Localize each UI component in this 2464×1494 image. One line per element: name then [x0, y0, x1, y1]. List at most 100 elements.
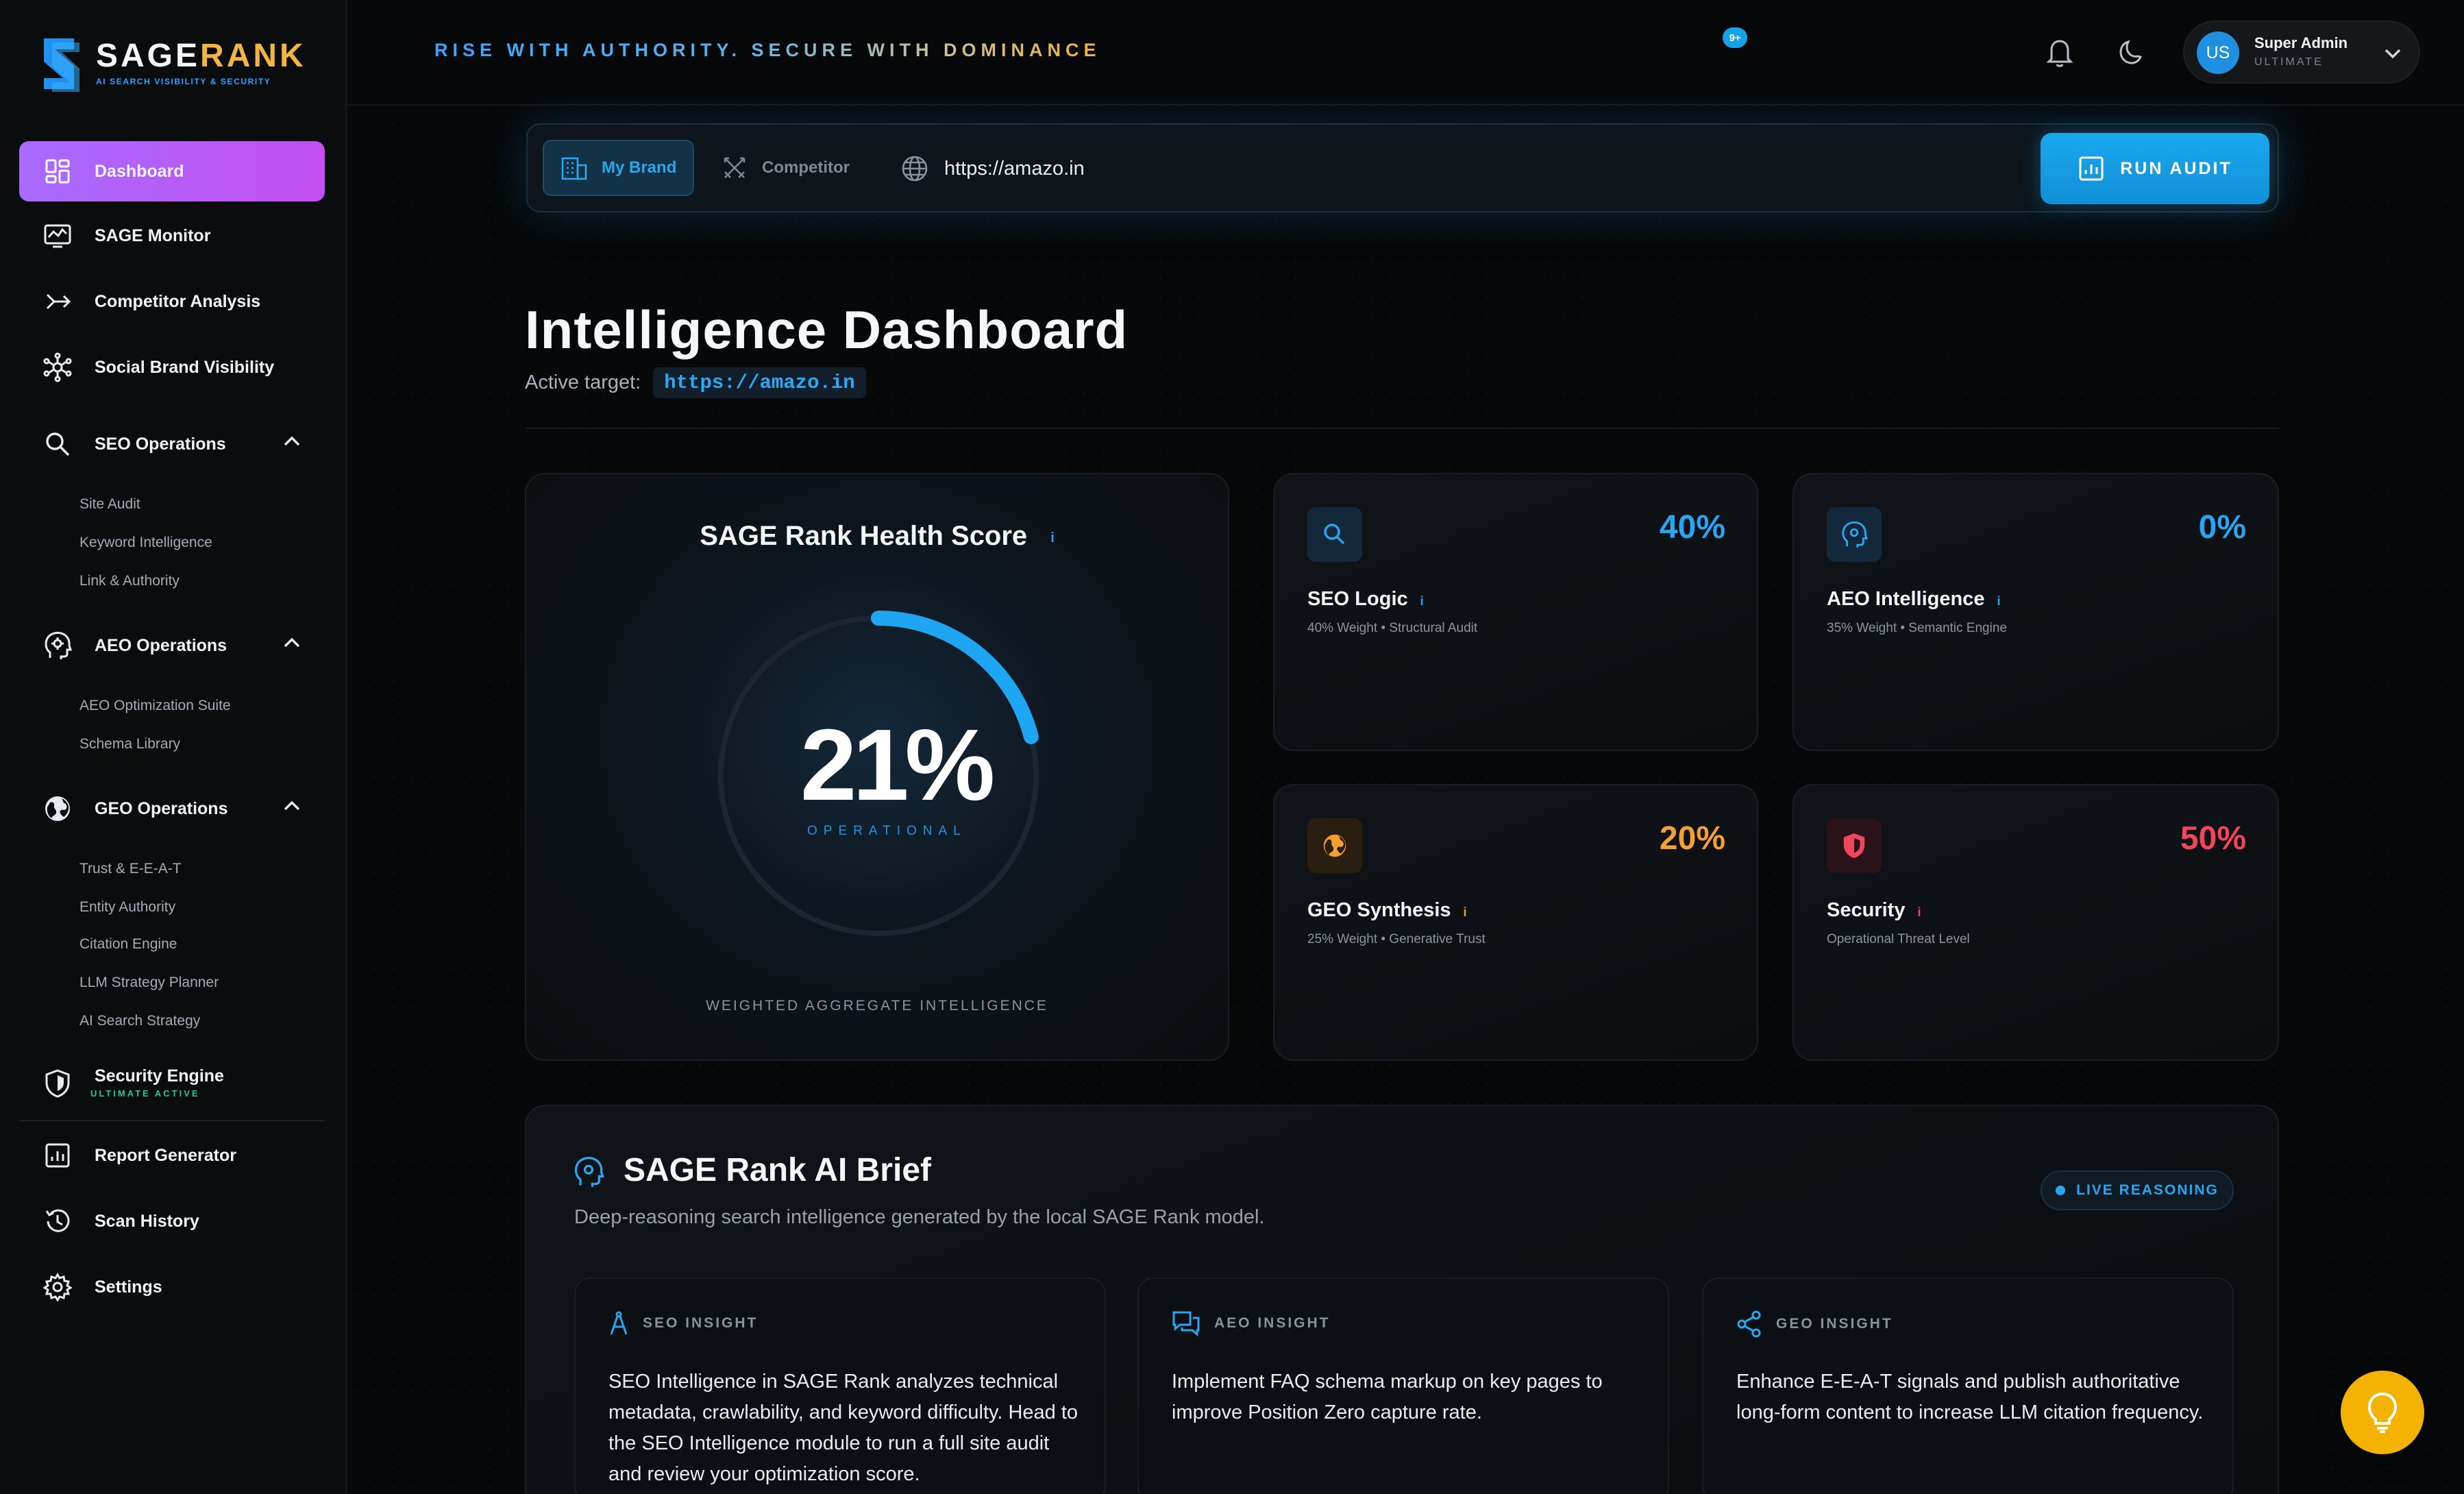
sidebar: SAGERANK AI SEARCH VISIBILITY & SECURITY… [0, 0, 347, 1494]
chevron-up-icon[interactable] [282, 799, 301, 813]
sidebar-item-competitor-analysis[interactable]: Competitor Analysis [19, 271, 325, 332]
brand-logo[interactable]: SAGERANK AI SEARCH VISIBILITY & SECURITY [38, 36, 304, 93]
sidebar-subitem-schema-library[interactable]: Schema Library [79, 736, 180, 752]
building-icon [560, 156, 588, 180]
tab-my-brand[interactable]: My Brand [543, 140, 695, 196]
info-icon[interactable]: i [1050, 530, 1055, 546]
user-menu[interactable]: US Super Admin ULTIMATE [2183, 21, 2420, 84]
sidebar-item-label: Competitor Analysis [95, 291, 261, 311]
sidebar-subitem-trust-eeat[interactable]: Trust & E-E-A-T [79, 861, 182, 877]
sidebar-subitem-ai-search-strategy[interactable]: AI Search Strategy [79, 1013, 200, 1029]
metric-name: Security i [1827, 899, 1921, 921]
compass-icon [608, 1310, 629, 1336]
metric-name: SEO Logic i [1307, 588, 1424, 610]
sidebar-item-label: Report Generator [95, 1145, 236, 1165]
metric-card-aeo-intelligence[interactable]: 0% AEO Intelligence i 35% Weight • Semant… [1792, 473, 2279, 751]
metric-percent: 50% [2180, 820, 2246, 857]
metric-card-security[interactable]: 50% Security i Operational Threat Level [1792, 784, 2279, 1061]
sidebar-group-seo-operations[interactable]: SEO Operations [19, 414, 325, 474]
metric-description: 35% Weight • Semantic Engine [1827, 621, 2007, 635]
sidebar-subitem-entity-authority[interactable]: Entity Authority [79, 899, 175, 916]
health-score-title: SAGE Rank Health Score i [700, 521, 1055, 551]
section-divider [525, 428, 2279, 429]
report-icon [2078, 155, 2105, 182]
share-icon [1736, 1310, 1762, 1338]
avatar: US [2197, 32, 2239, 74]
info-icon[interactable]: i [1464, 905, 1467, 919]
user-name: Super Admin [2254, 34, 2348, 51]
health-score-status: OPERATIONAL [807, 824, 967, 838]
sidebar-group-label: GEO Operations [95, 798, 228, 818]
metric-percent: 0% [2198, 509, 2246, 546]
brand-tagline: AI SEARCH VISIBILITY & SECURITY [96, 77, 271, 86]
sidebar-item-scan-history[interactable]: Scan History [19, 1191, 325, 1251]
metric-name: AEO Intelligence i [1827, 588, 2001, 610]
sidebar-group-aeo-operations[interactable]: AEO Operations [19, 615, 325, 676]
notifications-button[interactable] [2038, 30, 2082, 74]
metric-card-geo-synthesis[interactable]: 20% GEO Synthesis i 25% Weight • Generati… [1273, 784, 1758, 1061]
security-engine-status: ULTIMATE ACTIVE [90, 1088, 200, 1099]
search-icon [42, 429, 73, 459]
sidebar-item-settings[interactable]: Settings [19, 1257, 325, 1317]
sidebar-item-social-brand-visibility[interactable]: Social Brand Visibility [19, 337, 325, 397]
insight-card-aeo: AEO INSIGHT Implement FAQ schema markup … [1137, 1277, 1669, 1494]
url-input[interactable] [944, 157, 1561, 180]
sidebar-group-geo-operations[interactable]: GEO Operations [19, 779, 325, 839]
info-icon[interactable]: i [1420, 594, 1424, 608]
sidebar-divider [19, 1120, 325, 1121]
bell-icon [2046, 40, 2073, 67]
metric-description: Operational Threat Level [1827, 932, 1970, 946]
shield-icon [42, 1068, 73, 1099]
insight-header: GEO INSIGHT [1736, 1310, 1893, 1338]
metric-card-seo-logic[interactable]: 40% SEO Logic i 40% Weight • Structural A… [1273, 473, 1758, 751]
info-icon[interactable]: i [1997, 594, 2000, 608]
sidebar-item-dashboard[interactable]: Dashboard [19, 141, 325, 201]
sidebar-item-sage-monitor[interactable]: SAGE Monitor [19, 206, 325, 266]
info-icon[interactable]: i [1917, 905, 1921, 919]
health-score-card: SAGE Rank Health Score i 21% OPERATIONAL … [525, 473, 1229, 1061]
gear-icon [42, 1272, 73, 1302]
sidebar-subitem-llm-strategy-planner[interactable]: LLM Strategy Planner [79, 975, 219, 991]
sidebar-group-label: AEO Operations [95, 635, 227, 655]
sidebar-subitem-site-audit[interactable]: Site Audit [79, 496, 140, 513]
ideas-fab-button[interactable] [2341, 1371, 2424, 1454]
tab-label: My Brand [602, 158, 677, 177]
sidebar-item-report-generator[interactable]: Report Generator [19, 1125, 325, 1186]
insight-card-seo: SEO INSIGHT SEO Intelligence in SAGE Ran… [574, 1277, 1106, 1494]
metric-percent: 40% [1659, 509, 1725, 546]
audit-bar: My Brand Competitor RUN AUDIT [526, 123, 2279, 212]
search-icon [1307, 507, 1362, 562]
ai-brief-subtitle: Deep-reasoning search intelligence gener… [574, 1206, 1265, 1228]
active-target-label: Active target: [525, 371, 641, 393]
metric-name: GEO Synthesis i [1307, 899, 1467, 921]
ai-brief-title: SAGE Rank AI Brief [624, 1152, 931, 1188]
shield-icon [1827, 818, 1882, 873]
sidebar-item-label: Security Engine [95, 1066, 224, 1086]
chevron-up-icon[interactable] [282, 434, 301, 448]
sidebar-item-label: Social Brand Visibility [95, 357, 275, 377]
metric-description: 25% Weight • Generative Trust [1307, 932, 1486, 946]
active-target-url[interactable]: https://amazo.in [653, 367, 866, 398]
sidebar-subitem-link-authority[interactable]: Link & Authority [79, 573, 180, 589]
insight-body: SEO Intelligence in SAGE Rank analyzes t… [608, 1371, 1079, 1485]
live-dot-icon [2056, 1186, 2066, 1195]
run-audit-button[interactable]: RUN AUDIT [2041, 133, 2269, 204]
url-field[interactable] [900, 144, 1561, 193]
active-target: Active target: https://amazo.in [525, 367, 866, 398]
compare-icon [42, 286, 73, 317]
moon-icon [2119, 40, 2143, 64]
user-role: ULTIMATE [2254, 56, 2324, 68]
sidebar-item-security-engine[interactable]: Security Engine [19, 1053, 325, 1114]
sidebar-subitem-keyword-intelligence[interactable]: Keyword Intelligence [79, 535, 212, 551]
sagerank-logo-icon [44, 38, 79, 92]
health-score-value: 21% [800, 709, 995, 822]
tab-competitor[interactable]: Competitor [704, 140, 866, 196]
ai-head-icon [42, 630, 73, 661]
theme-toggle-button[interactable] [2109, 30, 2153, 74]
sidebar-subitem-citation-engine[interactable]: Citation Engine [79, 936, 177, 953]
sidebar-subitem-aeo-optimization-suite[interactable]: AEO Optimization Suite [79, 698, 231, 714]
sidebar-item-label: Dashboard [95, 161, 184, 181]
chevron-up-icon[interactable] [282, 636, 301, 650]
metric-description: 40% Weight • Structural Audit [1307, 621, 1478, 635]
insight-card-geo: GEO INSIGHT Enhance E-E-A-T signals and … [1702, 1277, 2234, 1494]
